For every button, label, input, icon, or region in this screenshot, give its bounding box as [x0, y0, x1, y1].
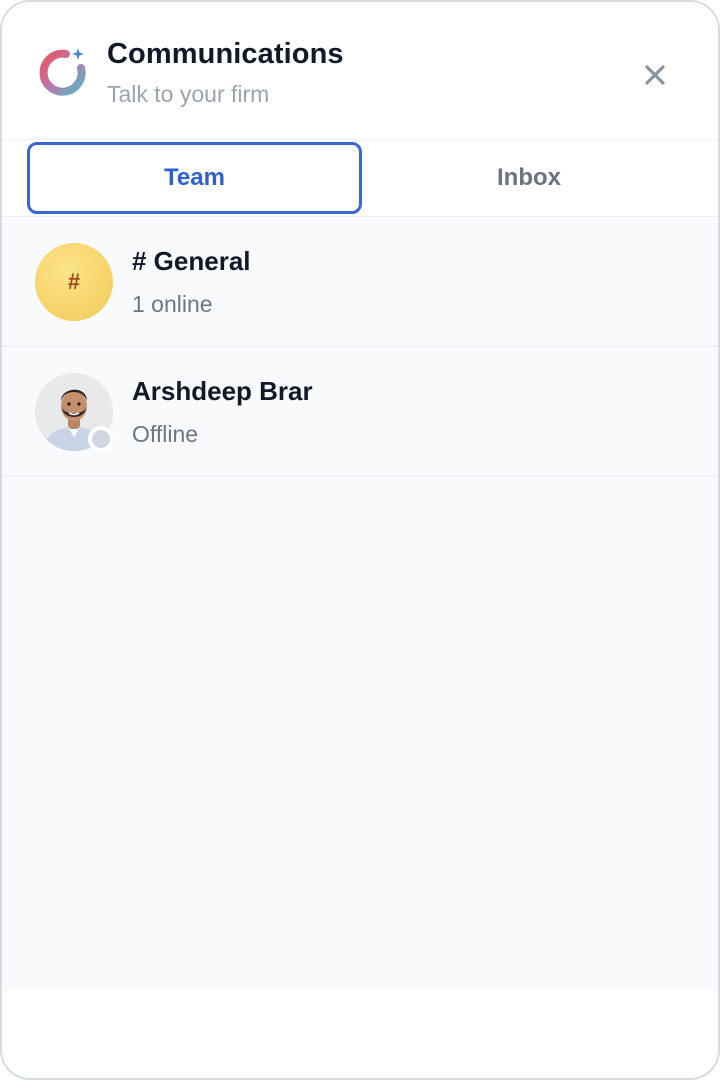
- hash-icon: #: [67, 269, 81, 294]
- contact-status: Offline: [132, 421, 199, 447]
- list-item-general[interactable]: # # General 1 online: [2, 217, 718, 347]
- panel-header: Communications Talk to your firm: [2, 2, 718, 140]
- channel-name: # General: [132, 246, 251, 276]
- panel-subtitle: Talk to your firm: [107, 81, 270, 107]
- communications-panel: Communications Talk to your firm Team In…: [0, 0, 720, 1080]
- tab-bar: Team Inbox: [2, 141, 718, 217]
- panel-title: Communications: [107, 38, 344, 70]
- contact-name: Arshdeep Brar: [132, 376, 313, 406]
- close-icon: [645, 65, 665, 85]
- conversation-list: # # General 1 online Arshdeep Brar Offli…: [2, 217, 718, 990]
- tab-inbox[interactable]: Inbox: [362, 142, 696, 214]
- ring-logo-icon: [39, 48, 86, 96]
- presence-indicator: [88, 426, 114, 452]
- channel-avatar: #: [35, 243, 113, 321]
- channel-status: 1 online: [132, 291, 213, 317]
- close-button[interactable]: [638, 58, 672, 92]
- tab-team[interactable]: Team: [27, 142, 362, 214]
- list-item-arshdeep-brar[interactable]: Arshdeep Brar Offline: [2, 347, 718, 477]
